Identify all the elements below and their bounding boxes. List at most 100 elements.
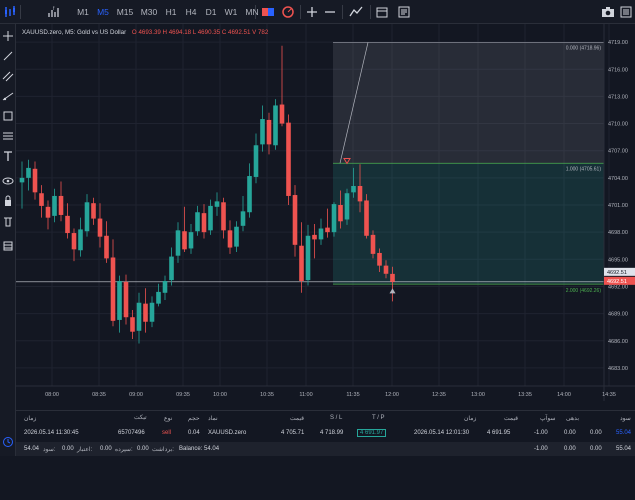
row-type: sell	[162, 430, 172, 436]
top-toolbar: f M1 M5 M15 M30 H1 H4 D1 W1 MN	[0, 0, 635, 24]
price-tick: 4686.00	[608, 339, 628, 345]
candle	[143, 288, 148, 333]
channel-icon[interactable]	[2, 70, 14, 82]
zoom-out-icon[interactable]	[322, 4, 338, 20]
candle	[52, 188, 57, 223]
trend-line-icon[interactable]	[2, 50, 14, 62]
candle	[234, 221, 239, 253]
summary-profit-label: سود:	[43, 447, 56, 453]
candle	[19, 161, 25, 209]
candle	[201, 204, 207, 239]
timeframe-m1[interactable]: M1	[74, 4, 92, 20]
price-tick: 4698.00	[608, 230, 628, 236]
lock-icon[interactable]	[2, 195, 14, 207]
calendar-icon[interactable]	[374, 4, 390, 20]
header-profit: سود	[620, 416, 631, 422]
candle	[240, 195, 246, 232]
candle	[97, 203, 103, 248]
header-close-time: زمان	[464, 416, 477, 422]
price-tick: 4713.00	[608, 94, 628, 100]
timeframe-m30[interactable]: M30	[138, 4, 160, 20]
price-tick: 4692.00	[608, 284, 628, 290]
time-tick: 14:00	[557, 392, 571, 398]
drawing-toolbar	[0, 24, 16, 500]
fib-level-0: 0.000 (4718.96)	[566, 45, 602, 51]
candle	[84, 194, 90, 237]
candle	[286, 114, 291, 205]
history-icon[interactable]	[2, 436, 14, 448]
timeframe-m15[interactable]: M15	[114, 4, 136, 20]
rectangle-icon[interactable]	[2, 110, 14, 122]
timeframe-h4[interactable]: H4	[182, 4, 200, 20]
indicator-wave-icon[interactable]	[348, 4, 364, 20]
row-sl: 4 718.99	[320, 430, 344, 436]
candle	[104, 221, 109, 263]
ohlc-values: O 4693.39 H 4694.18 L 4690.35 C 4692.51 …	[131, 29, 269, 36]
time-tick: 11:35	[346, 392, 359, 398]
flag-icon[interactable]	[260, 4, 276, 20]
candle	[39, 185, 44, 218]
svg-text:f: f	[53, 6, 55, 12]
candle	[162, 275, 168, 301]
candle	[175, 222, 181, 263]
row-symbol: XAUUSD.zero	[208, 430, 247, 436]
timeframe-h1[interactable]: H1	[162, 4, 180, 20]
candle	[214, 192, 220, 216]
summary-v1: -1.00	[534, 446, 548, 452]
crosshair-icon[interactable]	[2, 30, 14, 42]
one-click-icon[interactable]	[280, 4, 296, 20]
candle	[260, 105, 265, 152]
fibonacci-icon[interactable]	[2, 130, 14, 142]
candle	[156, 283, 161, 307]
header-close-price: قیمت	[504, 416, 519, 422]
time-tick: 12:00	[385, 392, 399, 398]
objects-list-icon[interactable]	[2, 240, 14, 252]
time-tick: 11:00	[299, 392, 312, 398]
candle	[325, 208, 330, 238]
candle	[149, 296, 155, 328]
header-swap: سوآپ	[540, 416, 556, 422]
header-tp: T / P	[372, 415, 385, 421]
candle	[312, 224, 317, 259]
candle	[71, 228, 77, 262]
time-tick: 12:35	[432, 392, 446, 398]
indicators-icon[interactable]: f	[46, 4, 62, 20]
candle	[188, 224, 194, 254]
text-tool-icon[interactable]	[2, 150, 14, 162]
header-sl: S / L	[330, 415, 343, 421]
price-tick: 4689.00	[608, 312, 628, 318]
timeframe-w1[interactable]: W1	[222, 4, 240, 20]
summary-deposit-label: سپرده:	[115, 447, 133, 453]
row-swap: -1.00	[534, 430, 548, 436]
timeframe-m5[interactable]: M5	[94, 4, 112, 20]
summary-v2: 0.00	[564, 446, 576, 452]
header-debt: بدهی	[566, 416, 579, 422]
row-c2: 0.00	[590, 430, 602, 436]
summary-v3: 0.00	[590, 446, 602, 452]
ray-icon[interactable]	[2, 90, 14, 102]
candle	[292, 185, 298, 257]
header-ticket: تیکت	[134, 415, 147, 421]
screenshot-icon[interactable]	[600, 4, 616, 20]
summary-deposit: 0.00	[100, 446, 112, 452]
timeframe-mn[interactable]: MN	[242, 4, 262, 20]
price-tick: 4716.00	[608, 67, 628, 73]
timeframe-d1[interactable]: D1	[202, 4, 220, 20]
time-tick: 13:35	[518, 392, 532, 398]
summary-credit-label: اعتبار:	[77, 447, 93, 453]
time-tick: 14:35	[602, 392, 616, 398]
settings-icon[interactable]	[618, 4, 634, 20]
zoom-in-icon[interactable]	[304, 4, 320, 20]
time-tick: 08:00	[45, 392, 59, 398]
row-ticket: 65707496	[118, 430, 145, 436]
trash-icon[interactable]	[2, 215, 14, 227]
candle	[279, 45, 285, 127]
chart-type-icon[interactable]	[2, 4, 18, 20]
eye-icon[interactable]	[2, 175, 14, 187]
candle	[78, 217, 83, 257]
price-chart[interactable]: 0.000 (4718.96) 1.000 (4705.61) 2.000 (469…	[16, 24, 635, 401]
row-volume: 0.04	[188, 430, 200, 436]
row-profit: 55.04	[616, 430, 632, 436]
summary-balance: Balance: 54.04	[179, 446, 220, 452]
templates-icon[interactable]	[396, 4, 412, 20]
